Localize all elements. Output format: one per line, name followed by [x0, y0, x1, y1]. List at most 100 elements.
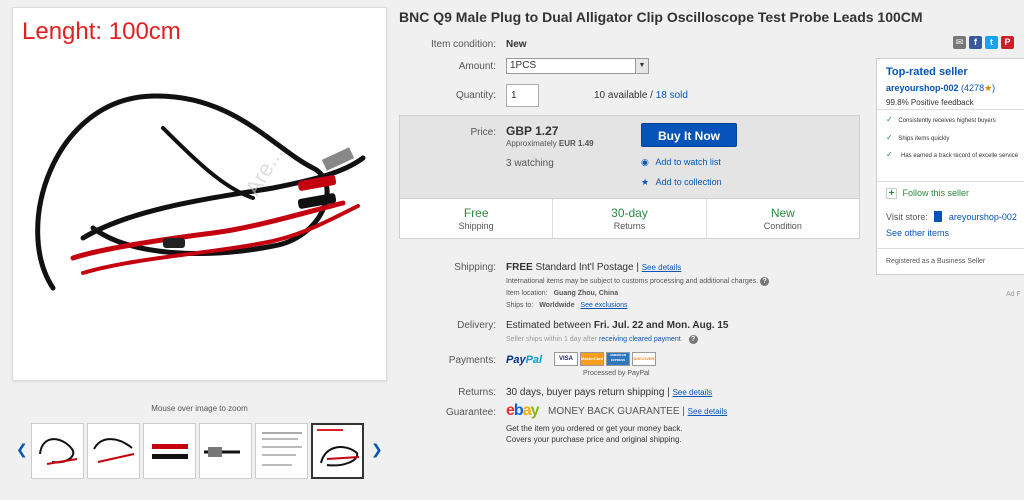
returns-value: 30 days, buyer pays return shipping — [506, 387, 665, 398]
location-value: Guang Zhou, China — [553, 290, 619, 297]
badge-text: Has earned a track record of excelle ser… — [901, 153, 1019, 159]
visit-store: Visit store: areyourshop-002 — [886, 211, 1017, 222]
returns-policy: 30 days, buyer pays return shipping | Se… — [506, 387, 713, 398]
mastercard-icon: MasterCard — [580, 352, 604, 366]
price-value: GBP 1.27 — [506, 124, 559, 138]
available-count: 10 available — [594, 90, 648, 101]
feature-condition: New Condition — [707, 199, 859, 238]
amex-icon: AMERICAN EXPRESS — [606, 352, 630, 366]
amount-select[interactable]: 1PCS ▼ — [506, 58, 649, 74]
follow-seller[interactable]: + Follow this seller — [886, 188, 969, 199]
seller-score-close: ) — [992, 83, 996, 93]
help-icon[interactable]: ? — [688, 335, 698, 344]
feature-big: Free — [463, 206, 489, 220]
item-title: BNC Q9 Male Plug to Dual Alligator Clip … — [399, 9, 923, 25]
approx-prefix: Approximately — [506, 139, 559, 148]
badge-text: Ships items quickly — [898, 136, 950, 142]
card-logos: VISA MasterCard AMERICAN EXPRESS DISCOVE… — [554, 352, 656, 366]
shipping-free: FREE — [506, 262, 533, 273]
intl-note: International items may be subject to cu… — [506, 277, 770, 286]
delivery-label: Delivery: — [457, 320, 496, 331]
guarantee-label: Guarantee: — [445, 407, 496, 418]
thumbnail-2[interactable] — [87, 423, 140, 479]
ebay-logo: ebay — [506, 402, 539, 420]
delivery-note-end: . — [680, 336, 683, 343]
amount-selected-value: 1PCS — [510, 60, 537, 71]
feature-big: New — [770, 206, 795, 220]
buy-it-now-button[interactable]: Buy It Now — [641, 123, 737, 147]
feature-returns: 30-day Returns — [553, 199, 707, 238]
delivery-note-text: Seller ships within 1 day after — [506, 336, 598, 343]
availability: 10 available / 18 sold — [594, 90, 688, 101]
top-rated-heading: Top-rated seller — [886, 66, 968, 78]
collection-link[interactable]: ★ Add to collection — [641, 177, 722, 188]
ships-to-label: Ships to: — [506, 302, 534, 309]
rating-star-icon: ★ — [984, 83, 993, 93]
star-icon: ★ — [641, 177, 650, 187]
twitter-icon[interactable]: t — [985, 36, 998, 49]
returns-label: Returns: — [458, 387, 496, 398]
condition-value: New — [506, 39, 527, 50]
ad-feedback-label: Ad F — [1006, 291, 1021, 298]
guarantee-line-1: Get the item you ordered or get your mon… — [506, 424, 683, 433]
quantity-label: Quantity: — [455, 90, 496, 101]
help-icon[interactable]: ? — [760, 277, 770, 286]
ships-to: Ships to: Worldwide See exclusions — [506, 302, 628, 309]
intl-note-text: International items may be subject to cu… — [506, 278, 759, 285]
thumbnail-3[interactable] — [143, 423, 196, 479]
seller-name-link[interactable]: areyourshop-002 — [886, 83, 959, 93]
delivery-estimate: Estimated between Fri. Jul. 22 and Mon. … — [506, 320, 729, 331]
badge-2: ✓ Ships items quickly — [886, 133, 949, 142]
thumbnail-1[interactable] — [31, 423, 84, 479]
feature-big: 30-day — [611, 206, 648, 220]
ebay-logo-y: y — [530, 402, 540, 419]
share-icons: ✉ f t P — [953, 36, 1014, 49]
ebay-logo-e: e — [506, 402, 515, 419]
feature-shipping: Free Shipping — [400, 199, 554, 238]
visit-store-label: Visit store: — [886, 212, 928, 222]
guarantee-line-2: Covers your purchase price and original … — [506, 435, 682, 444]
location-label: Item location: — [506, 290, 548, 297]
main-product-image[interactable]: Lenght: 100cm Are... — [12, 7, 387, 381]
feature-small: Shipping — [458, 221, 494, 231]
check-icon: ✓ — [886, 133, 893, 142]
delivery-prefix: Estimated between — [506, 320, 592, 331]
guarantee-text: MONEY BACK GUARANTEE — [548, 406, 680, 417]
watch-list-label: Add to watch list — [655, 157, 721, 167]
thumbnail-6-selected[interactable] — [311, 423, 364, 479]
mail-icon[interactable]: ✉ — [953, 36, 966, 49]
cleared-payment-link[interactable]: receiving cleared payment — [599, 336, 681, 343]
feature-small: Returns — [613, 221, 646, 231]
store-icon — [934, 211, 943, 222]
badge-1: ✓ Consistently receives highest buyers — [886, 115, 996, 124]
see-exclusions-link[interactable]: See exclusions — [580, 302, 627, 309]
guarantee-see-details[interactable]: See details — [688, 407, 728, 416]
business-seller-note: Registered as a Business Seller — [886, 258, 986, 265]
carousel-prev-icon[interactable]: ❮ — [16, 441, 28, 458]
pinterest-icon[interactable]: P — [1001, 36, 1014, 49]
quantity-input[interactable]: 1 — [506, 84, 539, 107]
returns-see-details[interactable]: See details — [673, 388, 713, 397]
delivery-dates: Fri. Jul. 22 and Mon. Aug. 15 — [593, 320, 729, 331]
availability-separator: / — [647, 90, 656, 101]
eye-icon: ◉ — [641, 157, 649, 167]
thumbnail-5[interactable] — [255, 423, 308, 479]
facebook-icon[interactable]: f — [969, 36, 982, 49]
seller-score[interactable]: 4278 — [964, 83, 984, 93]
carousel-next-icon[interactable]: ❯ — [371, 441, 383, 458]
shipping-see-details[interactable]: See details — [642, 263, 682, 272]
chevron-down-icon: ▼ — [635, 59, 648, 73]
zoom-hint: Mouse over image to zoom — [151, 404, 248, 413]
watch-list-link[interactable]: ◉ Add to watch list — [641, 157, 721, 168]
store-link[interactable]: areyourshop-002 — [949, 212, 1017, 222]
thumbnail-4[interactable] — [199, 423, 252, 479]
ebay-logo-a: a — [522, 402, 532, 419]
sold-count-link[interactable]: 18 sold — [656, 90, 688, 101]
approx-value: EUR 1.49 — [558, 139, 594, 148]
see-other-items-link[interactable]: See other items — [886, 228, 949, 238]
price-label: Price: — [470, 127, 496, 138]
payments-label: Payments: — [448, 355, 496, 366]
seller-info-box: Top-rated seller areyourshop-002 (4278★)… — [876, 58, 1024, 275]
paypal-logo-pay: Pay — [506, 354, 526, 366]
paypal-logo-pal: Pal — [525, 354, 543, 366]
